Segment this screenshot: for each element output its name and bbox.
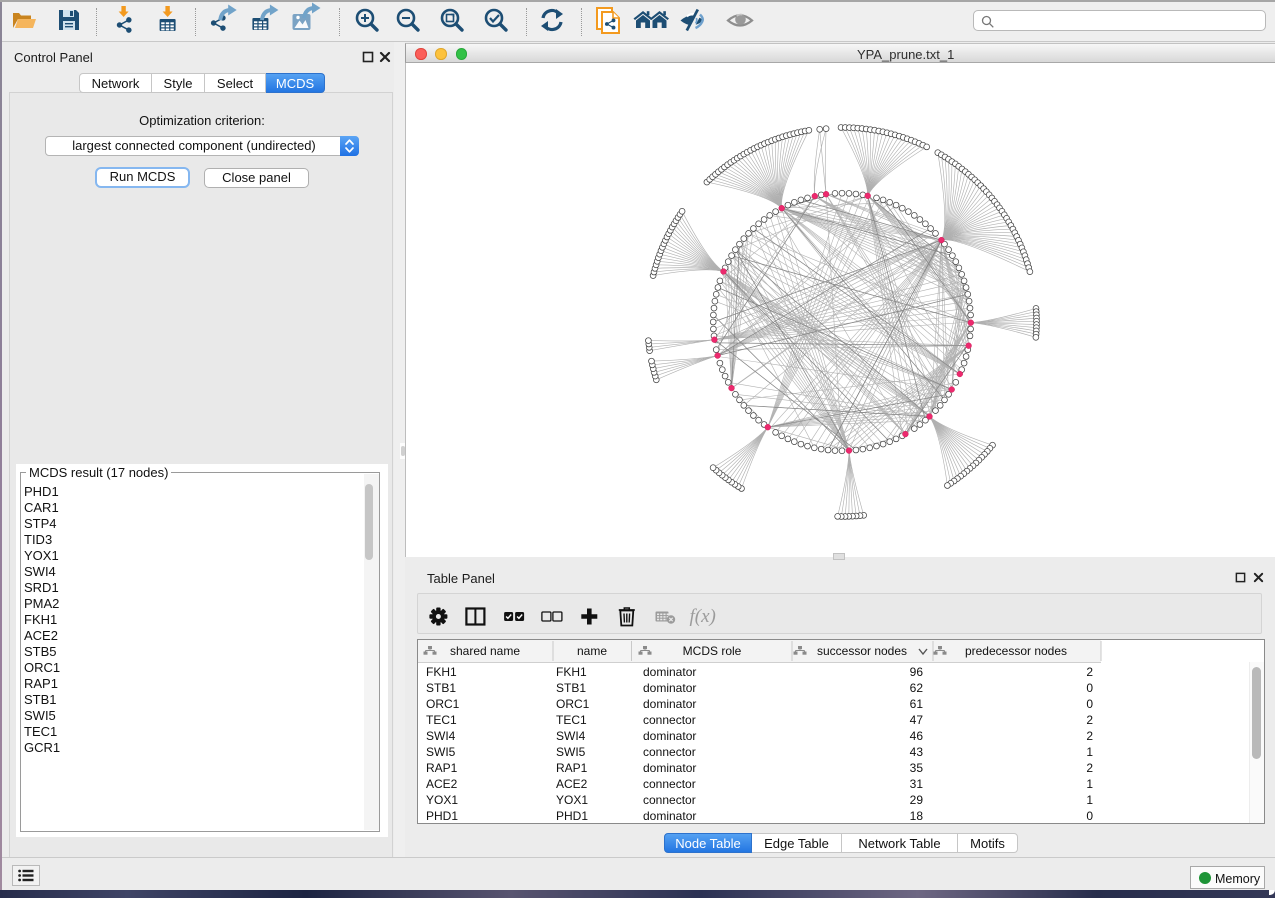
svg-text:successor nodes: successor nodes (817, 644, 907, 658)
svg-text:predecessor nodes: predecessor nodes (965, 644, 1067, 658)
svg-text:f(x): f(x) (690, 606, 716, 627)
svg-text:MCDS role: MCDS role (683, 644, 742, 658)
svg-text:name: name (577, 644, 607, 658)
svg-text:shared name: shared name (450, 644, 520, 658)
